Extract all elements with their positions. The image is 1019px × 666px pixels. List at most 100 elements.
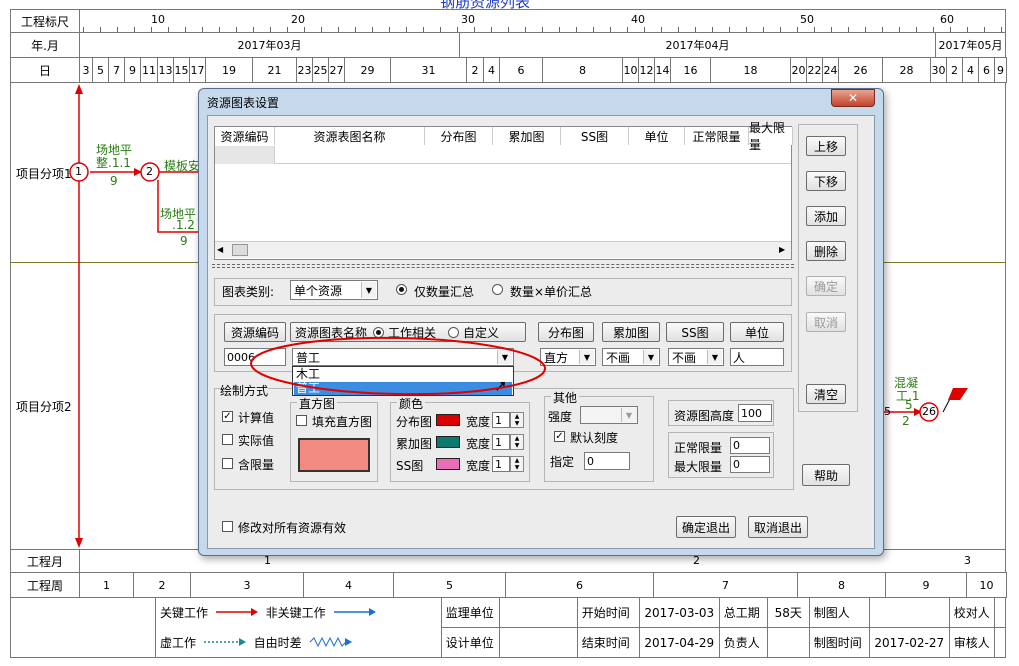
calc-value-label: 计算值 bbox=[238, 411, 275, 425]
ok-exit-button[interactable]: 确定退出 bbox=[676, 516, 736, 538]
scroll-right-icon[interactable]: ▶ bbox=[779, 245, 785, 254]
accum-width-spinner[interactable]: ▲ ▼ bbox=[510, 434, 524, 450]
week-cell: 4 bbox=[303, 572, 394, 598]
legend-reviewer-label: 审核人 bbox=[948, 627, 995, 658]
ss-select[interactable]: 不画 ▼ bbox=[668, 348, 724, 366]
col-dist-header[interactable]: 分布图 bbox=[538, 322, 594, 342]
ss-width-input[interactable]: 1 bbox=[492, 456, 510, 472]
table-header-cell[interactable]: 最大限量 bbox=[749, 121, 793, 152]
resource-name-select[interactable]: 普工 ▼ bbox=[292, 348, 514, 366]
calc-value-checkbox[interactable]: ✓ bbox=[222, 411, 233, 422]
chart-height-input[interactable]: 100 bbox=[738, 404, 772, 422]
node-25: 5 bbox=[884, 405, 891, 418]
accum-color-swatch[interactable] bbox=[436, 436, 460, 448]
mouse-cursor-icon: ➚ bbox=[494, 376, 508, 395]
normal-limit-input[interactable]: 0 bbox=[730, 437, 770, 454]
task-a-name: 场地平 整.1.1 bbox=[96, 143, 133, 170]
cancel-exit-button[interactable]: 取消退出 bbox=[748, 516, 808, 538]
table-header-cell[interactable]: 资源编码 bbox=[215, 127, 275, 145]
task-d-num: 5 bbox=[905, 398, 913, 412]
week-cell: 10 bbox=[966, 572, 1007, 598]
legend-free-float: 自由时差 bbox=[253, 635, 302, 650]
apply-all-label: 修改对所有资源有效 bbox=[238, 521, 347, 535]
color-accum-label: 累加图 bbox=[396, 437, 433, 451]
table-row-empty[interactable] bbox=[215, 146, 791, 164]
table-header-cell[interactable]: SS图 bbox=[561, 127, 629, 145]
table-header-cell[interactable]: 单位 bbox=[629, 127, 685, 145]
table-header-cell[interactable]: 资源表图名称 bbox=[275, 127, 425, 145]
legend-designer: 设计单位 bbox=[440, 627, 500, 658]
col-accum-header[interactable]: 累加图 bbox=[602, 322, 660, 342]
actual-value-checkbox[interactable] bbox=[222, 434, 233, 445]
table-header-cell[interactable]: 累加图 bbox=[493, 127, 561, 145]
include-limit-checkbox[interactable] bbox=[222, 458, 233, 469]
actual-value-label: 实际值 bbox=[238, 434, 275, 448]
max-limit-input[interactable]: 0 bbox=[730, 456, 770, 473]
table-header-cell[interactable]: 正常限量 bbox=[685, 127, 749, 145]
horizontal-scrollbar[interactable]: ◀ ▶ bbox=[215, 241, 791, 258]
radio-custom-label: 自定义 bbox=[463, 325, 500, 340]
legend-end-label: 结束时间 bbox=[576, 627, 640, 658]
week-cell: 1 bbox=[79, 572, 134, 598]
chevron-down-icon: ▼ bbox=[361, 282, 376, 298]
col-ss-header[interactable]: SS图 bbox=[666, 322, 724, 342]
ss-color-swatch[interactable] bbox=[436, 458, 460, 470]
week-cell: 7 bbox=[653, 572, 798, 598]
dropdown-option-1[interactable]: 木工 bbox=[294, 368, 512, 381]
chevron-down-icon: ▼ bbox=[497, 350, 512, 364]
default-scale-label: 默认刻度 bbox=[570, 431, 619, 445]
accum-width-input[interactable]: 1 bbox=[492, 434, 510, 450]
max-limit-label: 最大限量 bbox=[674, 460, 723, 474]
col-code-header[interactable]: 资源编码 bbox=[224, 322, 286, 342]
col-name-text: 资源图表名称 bbox=[295, 325, 368, 340]
chart-type-value: 单个资源 bbox=[294, 283, 343, 298]
splitter[interactable] bbox=[212, 264, 794, 268]
task-c-duration: 9 bbox=[180, 234, 188, 248]
specify-label: 指定 bbox=[550, 455, 575, 469]
histogram-title: 直方图 bbox=[297, 395, 338, 412]
radio-qty-price-label: 数量×单价汇总 bbox=[510, 285, 593, 299]
week-cell: 2 bbox=[133, 572, 191, 598]
accum-select[interactable]: 不画 ▼ bbox=[602, 348, 660, 366]
radio-custom[interactable] bbox=[448, 326, 460, 338]
default-scale-checkbox[interactable]: ✓ bbox=[554, 431, 565, 442]
resource-chart-dialog: 资源图表设置 ✕ 资源编码 资源表图名称 分布图 累加图 SS图 单位 正常限量 最大限量 ◀… bbox=[198, 88, 884, 556]
clear-button[interactable]: 清空 bbox=[806, 384, 846, 404]
dist-select[interactable]: 直方 ▼ bbox=[540, 348, 596, 366]
specify-input[interactable]: 0 bbox=[584, 452, 630, 470]
work-month-3: 3 bbox=[964, 554, 971, 567]
chart-type-select[interactable]: 单个资源 ▼ bbox=[290, 280, 378, 300]
legend-supervisor: 监理单位 bbox=[440, 597, 500, 628]
table-header-cell[interactable]: 分布图 bbox=[425, 127, 493, 145]
critical-line-icon bbox=[215, 608, 258, 617]
resource-code-input[interactable]: 0006 bbox=[224, 348, 286, 366]
dist-color-swatch[interactable] bbox=[436, 414, 460, 426]
histogram-color-swatch[interactable] bbox=[298, 438, 370, 472]
ss-width-spinner[interactable]: ▲ ▼ bbox=[510, 456, 524, 472]
resource-name-value: 普工 bbox=[296, 350, 321, 365]
col-unit-header[interactable]: 单位 bbox=[730, 322, 784, 342]
dist-width-input[interactable]: 1 bbox=[492, 412, 510, 428]
apply-all-checkbox[interactable] bbox=[222, 521, 233, 532]
scroll-thumb[interactable] bbox=[232, 244, 248, 256]
unit-input[interactable]: 人 bbox=[730, 348, 784, 366]
radio-qty-summary[interactable] bbox=[396, 284, 407, 295]
free-float-line-icon bbox=[309, 636, 352, 647]
help-button[interactable]: 帮助 bbox=[802, 464, 850, 486]
fill-histogram-checkbox[interactable] bbox=[296, 415, 307, 426]
radio-qty-price-summary[interactable] bbox=[492, 284, 503, 295]
radio-work-related[interactable] bbox=[373, 326, 385, 338]
ss-width-label: 宽度 bbox=[466, 459, 491, 473]
node-duration: 2 bbox=[902, 414, 910, 428]
color-dist-label: 分布图 bbox=[396, 415, 433, 429]
resource-name-dropdown: 木工 普工 bbox=[292, 366, 514, 396]
dist-width-spinner[interactable]: ▲ ▼ bbox=[510, 412, 524, 428]
dropdown-option-2[interactable]: 普工 bbox=[294, 382, 512, 395]
col-name-header[interactable]: 资源图表名称 工作相关 自定义 bbox=[290, 322, 526, 342]
legend-checker-label: 校对人 bbox=[948, 597, 995, 628]
close-icon: ✕ bbox=[847, 91, 859, 105]
dialog-close-button[interactable]: ✕ bbox=[831, 89, 875, 107]
scroll-left-icon[interactable]: ◀ bbox=[217, 245, 223, 254]
strength-select[interactable]: ▼ bbox=[580, 406, 638, 424]
chevron-down-icon: ▼ bbox=[579, 350, 594, 364]
